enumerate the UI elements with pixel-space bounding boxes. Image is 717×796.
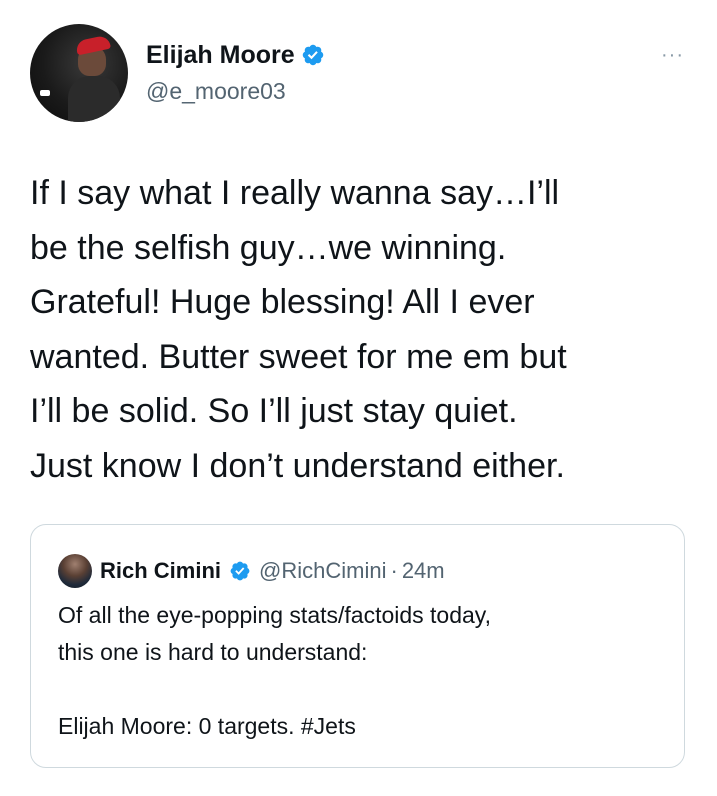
more-options-icon[interactable]: ··· <box>661 45 684 65</box>
verified-badge-icon <box>302 44 323 66</box>
quoted-timestamp: 24m <box>401 558 445 583</box>
quoted-tweet-card[interactable]: Rich Cimini @RichCimini · 24m Of all the… <box>30 524 685 768</box>
tweet-body-text: If I say what I really wanna say…I’ll be… <box>30 174 567 485</box>
quoted-tweet-text: Of all the eye-popping stats/factoids to… <box>58 602 491 739</box>
avatar-light <box>40 90 50 96</box>
avatar-figure-body <box>68 76 120 122</box>
author-display-name[interactable]: Elijah Moore <box>146 40 295 70</box>
quoted-verified-badge-icon <box>230 561 250 581</box>
author-avatar[interactable] <box>30 24 128 122</box>
author-handle[interactable]: @e_moore03 <box>146 78 286 105</box>
author-name-row: Elijah Moore <box>146 40 325 70</box>
quoted-author-name: Rich Cimini <box>100 558 222 583</box>
quoted-author-handle: @RichCimini <box>259 558 387 583</box>
tweet-header: Elijah Moore @e_moore03 ··· <box>30 24 690 124</box>
quoted-tweet-header: Rich Cimini @RichCimini · 24m <box>58 554 445 588</box>
quoted-author-avatar <box>58 554 92 588</box>
quoted-separator: · <box>390 558 398 583</box>
